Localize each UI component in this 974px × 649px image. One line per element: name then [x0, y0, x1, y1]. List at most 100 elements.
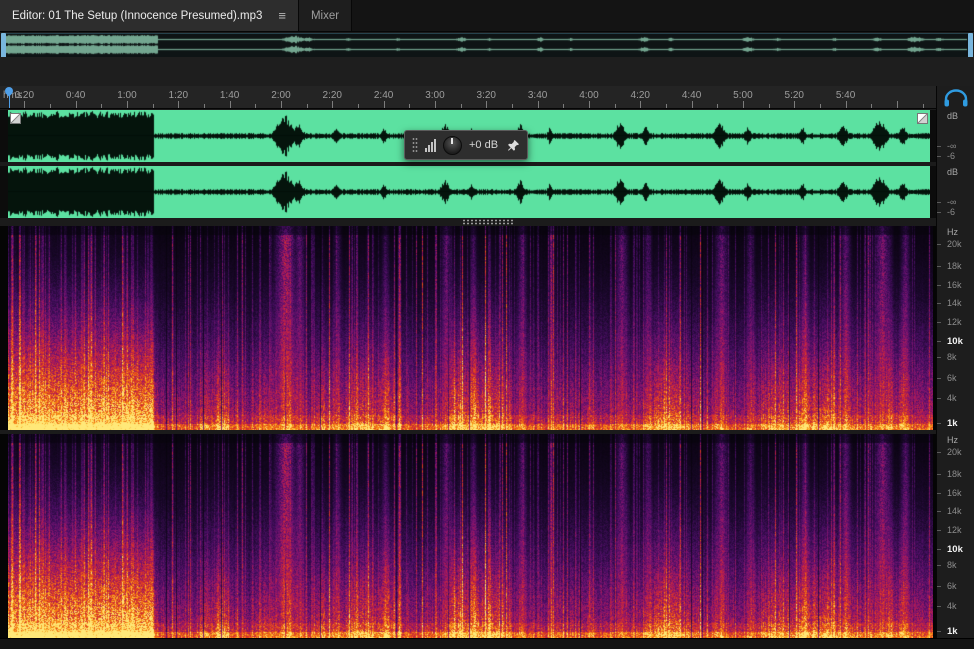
- ruler-time-label: 2:40: [373, 90, 394, 101]
- hz-scale-label: 12k: [947, 525, 962, 535]
- hz-scale-unit: Hz: [947, 227, 958, 237]
- timeline-ruler[interactable]: hms 0:20 0:40 1:00 1:20 1:40 2:00 2:20 2:40 3:00…: [0, 86, 936, 109]
- hz-scale-label: 14k: [947, 298, 962, 308]
- level-meter-icon: [425, 138, 436, 152]
- ruler-tick: [588, 101, 590, 108]
- db-scale-label: -6: [947, 207, 956, 217]
- hz-scale-label: 6k: [947, 581, 957, 591]
- ruler-tick: [306, 104, 308, 108]
- scale-tick: [937, 606, 941, 607]
- navigator-left-handle[interactable]: [1, 33, 6, 58]
- hz-scale-unit: Hz: [947, 435, 958, 445]
- hz-scale-label: 20k: [947, 447, 962, 457]
- scale-tick: [937, 341, 941, 342]
- hz-scale-label: 20k: [947, 239, 962, 249]
- scale-tick: [937, 212, 941, 213]
- panel-menu-icon[interactable]: ≡: [278, 8, 286, 23]
- ruler-tick: [280, 101, 282, 108]
- hz-scale-label: 10k: [947, 336, 963, 347]
- ruler-tick: [49, 104, 51, 108]
- spectrogram-right-canvas[interactable]: [8, 434, 933, 638]
- panel-splitter-grip[interactable]: [462, 219, 514, 225]
- hz-scale-label: 16k: [947, 280, 962, 290]
- hz-scale-label: 12k: [947, 317, 962, 327]
- ruler-time-label: 0:20: [14, 90, 35, 101]
- ruler-tick: [126, 101, 128, 108]
- ruler-tick: [819, 104, 821, 108]
- scale-tick: [937, 303, 941, 304]
- waveform-right-canvas[interactable]: [8, 166, 930, 218]
- tab-mixer-label: Mixer: [310, 9, 340, 22]
- hz-scale-label: 4k: [947, 601, 957, 611]
- fade-out-handle[interactable]: [917, 113, 928, 124]
- spectrogram-left-canvas[interactable]: [8, 226, 933, 430]
- headphones-icon[interactable]: [943, 89, 969, 107]
- volume-hud[interactable]: +0 dB: [404, 130, 529, 160]
- scale-tick: [937, 285, 941, 286]
- tab-mixer[interactable]: Mixer: [298, 0, 353, 31]
- ruler-time-label: 2:00: [271, 90, 291, 101]
- scale-tick: [937, 493, 941, 494]
- spectrogram-channel-right: [0, 434, 936, 638]
- hz-scale-label: 4k: [947, 393, 957, 403]
- scale-tick: [937, 202, 941, 203]
- scale-tick: [937, 549, 941, 550]
- ruler-time-label: 5:00: [733, 90, 753, 101]
- hz-scale-label: 10k: [947, 544, 963, 555]
- hud-drag-grip-icon[interactable]: [412, 137, 418, 153]
- hz-scale-label: 8k: [947, 560, 957, 570]
- ruler-time-label: 3:00: [425, 90, 445, 101]
- ruler-tick: [383, 101, 385, 108]
- hz-scale-label: 8k: [947, 352, 957, 362]
- pin-icon[interactable]: [507, 139, 520, 152]
- navigator-right-handle[interactable]: [968, 33, 973, 58]
- db-scale-unit: dB: [947, 167, 959, 177]
- tab-editor[interactable]: Editor: 01 The Setup (Innocence Presumed…: [0, 0, 299, 31]
- scale-tick: [937, 565, 941, 566]
- ruler-tick: [691, 101, 693, 108]
- tab-editor-label: Editor: 01 The Setup (Innocence Presumed…: [12, 9, 263, 22]
- ruler-tick: [101, 104, 103, 108]
- ruler-tick: [563, 104, 565, 108]
- overview-waveform-canvas[interactable]: [2, 34, 970, 55]
- scale-tick: [937, 423, 941, 424]
- ruler-tick: [922, 104, 924, 108]
- ruler-tick: [332, 101, 334, 108]
- ruler-time-label: 3:40: [527, 90, 548, 101]
- bottom-chrome-bar: [0, 638, 974, 649]
- scale-tick: [937, 244, 941, 245]
- overview-navigator[interactable]: [1, 33, 973, 58]
- ruler-tick: [871, 104, 873, 108]
- scale-tick: [937, 586, 941, 587]
- db-scale-label: -∞: [947, 141, 957, 151]
- ruler-tick: [742, 101, 744, 108]
- ruler-tick: [845, 101, 847, 108]
- editor-chrome-gap: [0, 57, 974, 87]
- fade-in-handle[interactable]: [10, 113, 21, 124]
- ruler-tick: [75, 101, 77, 108]
- hud-gain-value: +0 dB: [469, 139, 499, 151]
- ruler-time-label: 1:40: [219, 90, 240, 101]
- scale-tick: [937, 146, 941, 147]
- ruler-tick: [357, 104, 359, 108]
- scale-tick: [937, 398, 941, 399]
- playhead-line: [9, 94, 10, 108]
- panel-tab-bar: Editor: 01 The Setup (Innocence Presumed…: [0, 0, 974, 32]
- ruler-tick: [178, 101, 180, 108]
- ruler-tick: [896, 101, 898, 108]
- ruler-tick: [717, 104, 719, 108]
- ruler-tick: [152, 104, 154, 108]
- gain-knob[interactable]: [443, 135, 462, 155]
- hz-scale-label: 14k: [947, 506, 962, 516]
- ruler-tick: [768, 104, 770, 108]
- ruler-tick: [434, 101, 436, 108]
- scale-tick: [937, 511, 941, 512]
- spectrogram-channel-left: [0, 226, 936, 430]
- hz-scale-label: 1k: [947, 418, 958, 429]
- hz-scale-label: 16k: [947, 488, 962, 498]
- hz-scale-label: 18k: [947, 261, 962, 271]
- hz-scale-label: 1k: [947, 626, 958, 637]
- audition-editor-panel: Editor: 01 The Setup (Innocence Presumed…: [0, 0, 974, 649]
- scale-tick: [937, 156, 941, 157]
- ruler-tick: [511, 104, 513, 108]
